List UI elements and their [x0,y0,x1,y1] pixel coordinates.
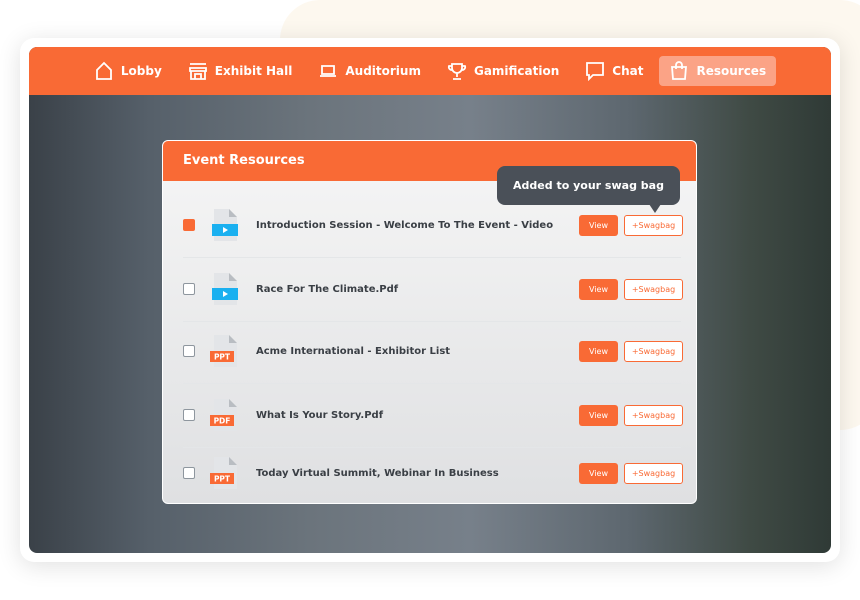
resource-row: Race For The Climate.Pdf View +Swagbag [163,269,695,322]
view-button[interactable]: View [579,278,618,300]
home-icon [95,61,112,80]
nav-label: Resources [696,64,767,78]
top-nav: Lobby Exhibit Hall Auditorium Gamificati… [29,47,831,95]
svg-text:PPT: PPT [214,475,231,484]
swagbag-tooltip: Added to your swag bag [497,166,680,213]
select-checkbox[interactable] [183,409,195,421]
svg-text:PPT: PPT [214,353,231,362]
ppt-file-icon: PPT [210,457,237,489]
resource-name: Introduction Session - Welcome To The Ev… [256,219,554,231]
trophy-icon [447,63,467,80]
resource-name: Acme International - Exhibitor List [256,345,451,357]
nav-resources[interactable]: Resources [659,56,777,86]
add-swagbag-button[interactable]: +Swagbag [624,214,683,236]
resource-row: Introduction Session - Welcome To The Ev… [163,205,695,258]
add-swagbag-button[interactable]: +Swagbag [624,340,683,362]
nav-lobby[interactable]: Lobby [84,56,172,86]
select-checkbox[interactable] [183,345,195,357]
bag-icon [671,61,688,80]
resource-name: What Is Your Story.Pdf [256,409,384,421]
nav-exhibit-hall[interactable]: Exhibit Hall [178,56,303,86]
add-swagbag-button[interactable]: +Swagbag [624,404,683,426]
resource-row: PDF What Is Your Story.Pdf View +Swagbag [163,395,695,448]
pdf-file-icon: PDF [210,399,237,431]
video-file-icon [212,273,238,305]
nav-label: Chat [612,64,644,78]
chat-icon [586,62,605,81]
nav-label: Gamification [473,64,560,78]
view-button[interactable]: View [579,340,618,362]
view-button[interactable]: View [579,214,618,236]
nav-chat[interactable]: Chat [575,56,653,86]
resource-row: PPT Today Virtual Summit, Webinar In Bus… [163,453,695,493]
video-file-icon [212,209,238,241]
laptop-icon [320,65,337,77]
nav-auditorium[interactable]: Auditorium [308,56,431,86]
add-swagbag-button[interactable]: +Swagbag [624,278,683,300]
ppt-file-icon: PPT [210,335,237,367]
nav-label: Lobby [120,64,162,78]
nav-gamification[interactable]: Gamification [437,56,569,86]
select-checkbox[interactable] [183,219,195,231]
add-swagbag-button[interactable]: +Swagbag [624,462,683,484]
nav-label: Auditorium [345,64,421,78]
nav-label: Exhibit Hall [214,64,293,78]
select-checkbox[interactable] [183,283,195,295]
svg-text:PDF: PDF [214,417,231,426]
view-button[interactable]: View [579,462,618,484]
resource-name: Today Virtual Summit, Webinar In Busines… [256,467,499,479]
store-icon [188,63,207,80]
resource-row: PPT Acme International - Exhibitor List … [163,331,695,384]
resource-name: Race For The Climate.Pdf [256,283,399,295]
select-checkbox[interactable] [183,467,195,479]
view-button[interactable]: View [579,404,618,426]
